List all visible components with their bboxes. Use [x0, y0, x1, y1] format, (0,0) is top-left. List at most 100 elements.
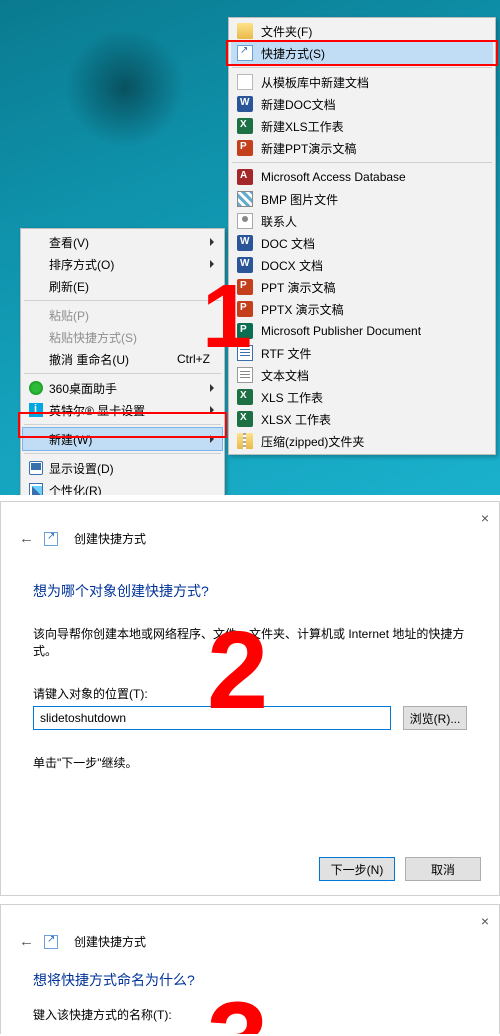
chevron-right-icon — [210, 435, 214, 443]
menu-item-label: 显示设置(D) — [49, 460, 114, 477]
menu-item-label: 粘贴快捷方式(S) — [49, 329, 137, 346]
close-button[interactable]: × — [481, 913, 489, 929]
close-button[interactable]: × — [481, 510, 489, 526]
menu-separator — [24, 424, 221, 425]
shortcut-icon — [44, 935, 58, 949]
context-menu-item[interactable]: 刷新(E) — [23, 275, 222, 297]
context-menu-item[interactable]: 英特尔® 显卡设置 — [23, 399, 222, 421]
desktop-panel: 查看(V)排序方式(O)刷新(E) 粘贴(P) 粘贴快捷方式(S) 撤消 重命名(U)… — [0, 0, 500, 495]
menu-separator — [24, 373, 221, 374]
submenu-item-label: 从模板库中新建文档 — [261, 74, 369, 91]
back-button[interactable]: ← — [19, 530, 34, 547]
personal-icon — [29, 483, 43, 495]
submenu-item[interactable]: BMP 图片文件 — [231, 188, 493, 210]
word-icon — [237, 96, 253, 112]
submenu-item[interactable]: PPTX 演示文稿 — [231, 298, 493, 320]
wallpaper-decoration — [35, 0, 214, 178]
context-menu-item[interactable]: 撤消 重命名(U)Ctrl+Z — [23, 348, 222, 370]
submenu-item-label: PPT 演示文稿 — [261, 279, 335, 296]
display-icon — [29, 461, 43, 475]
cancel-button[interactable]: 取消 — [405, 857, 481, 881]
submenu-item[interactable]: Microsoft Publisher Document — [231, 320, 493, 342]
excel-icon — [237, 389, 253, 405]
context-menu-item[interactable]: 新建(W) — [23, 428, 222, 450]
excel-icon — [237, 118, 253, 134]
create-shortcut-wizard-step2: × ← 创建快捷方式 想将快捷方式命名为什么? 键入该快捷方式的名称(T): 3 — [0, 904, 500, 1034]
submenu-item-label: Microsoft Publisher Document — [261, 324, 421, 338]
shortcut-icon — [237, 45, 253, 61]
submenu-item-label: 快捷方式(S) — [261, 45, 325, 62]
submenu-item[interactable]: 联系人 — [231, 210, 493, 232]
menu-separator — [24, 300, 221, 301]
shortcut-icon — [44, 532, 58, 546]
submenu-item[interactable]: 文件夹(F) — [231, 20, 493, 42]
menu-item-label: 360桌面助手 — [49, 380, 117, 397]
menu-item-label: 粘贴(P) — [49, 307, 89, 324]
new-submenu: 文件夹(F) 快捷方式(S) 从模板库中新建文档新建DOC文档新建XLS工作表新建P… — [228, 17, 496, 455]
submenu-item[interactable]: 压缩(zipped)文件夹 — [231, 430, 493, 452]
submenu-item-label: Microsoft Access Database — [261, 170, 406, 184]
submenu-item[interactable]: XLS 工作表 — [231, 386, 493, 408]
submenu-item[interactable]: RTF 文件 — [231, 342, 493, 364]
submenu-item[interactable]: 文本文档 — [231, 364, 493, 386]
back-button[interactable]: ← — [19, 933, 34, 950]
submenu-item[interactable]: PPT 演示文稿 — [231, 276, 493, 298]
submenu-item-label: DOCX 文档 — [261, 257, 323, 274]
context-menu-item: 粘贴快捷方式(S) — [23, 326, 222, 348]
menu-item-label: 英特尔® 显卡设置 — [49, 402, 145, 419]
menu-item-label: 新建(W) — [49, 431, 92, 448]
wizard-footer: 下一步(N) 取消 — [319, 857, 481, 881]
submenu-item-label: 文本文档 — [261, 367, 309, 384]
wizard-question: 想为哪个对象创建快捷方式? — [33, 581, 467, 601]
context-menu-item[interactable]: 排序方式(O) — [23, 253, 222, 275]
submenu-item[interactable]: 新建DOC文档 — [231, 93, 493, 115]
desktop-context-menu: 查看(V)排序方式(O)刷新(E) 粘贴(P) 粘贴快捷方式(S) 撤消 重命名(U)… — [20, 228, 225, 495]
context-menu-item[interactable]: 360桌面助手 — [23, 377, 222, 399]
submenu-item-label: 联系人 — [261, 213, 297, 230]
submenu-item-label: XLSX 工作表 — [261, 411, 331, 428]
wizard-header: ← 创建快捷方式 — [1, 905, 499, 958]
submenu-item[interactable]: 从模板库中新建文档 — [231, 71, 493, 93]
annotation-number-1: 1 — [202, 272, 252, 362]
bmp-icon — [237, 191, 253, 207]
menu-item-label: 撤消 重命名(U) — [49, 351, 129, 368]
browse-button[interactable]: 浏览(R)... — [403, 706, 467, 730]
submenu-item-label: 新建PPT演示文稿 — [261, 140, 356, 157]
submenu-item[interactable]: DOC 文档 — [231, 232, 493, 254]
chevron-right-icon — [210, 238, 214, 246]
submenu-item[interactable]: Microsoft Access Database — [231, 166, 493, 188]
chevron-right-icon — [210, 406, 214, 414]
context-menu-item[interactable]: 个性化(R) — [23, 479, 222, 495]
wizard-header: ← 创建快捷方式 — [1, 502, 499, 555]
submenu-item-label: 新建DOC文档 — [261, 96, 336, 113]
menu-separator — [24, 453, 221, 454]
360-icon — [29, 381, 43, 395]
intel-icon — [29, 403, 43, 417]
submenu-item-label: 新建XLS工作表 — [261, 118, 344, 135]
folder-icon — [237, 23, 253, 39]
submenu-item-label: RTF 文件 — [261, 345, 311, 362]
context-menu-item[interactable]: 显示设置(D) — [23, 457, 222, 479]
chevron-right-icon — [210, 384, 214, 392]
txt-icon — [237, 367, 253, 383]
menu-item-label: 个性化(R) — [49, 482, 102, 496]
ppt-icon — [237, 140, 253, 156]
submenu-item-label: DOC 文档 — [261, 235, 315, 252]
wizard-title: 创建快捷方式 — [74, 530, 146, 547]
excel-icon — [237, 411, 253, 427]
context-menu-item: 粘贴(P) — [23, 304, 222, 326]
next-button[interactable]: 下一步(N) — [319, 857, 395, 881]
submenu-item[interactable]: 快捷方式(S) — [231, 42, 493, 64]
annotation-number-3: 3 — [207, 987, 268, 1034]
submenu-item-label: PPTX 演示文稿 — [261, 301, 344, 318]
submenu-item[interactable]: 新建PPT演示文稿 — [231, 137, 493, 159]
menu-separator — [232, 67, 492, 68]
submenu-item[interactable]: DOCX 文档 — [231, 254, 493, 276]
submenu-item[interactable]: 新建XLS工作表 — [231, 115, 493, 137]
zip-icon — [237, 433, 253, 449]
word-icon — [237, 235, 253, 251]
create-shortcut-wizard-step1: × ← 创建快捷方式 想为哪个对象创建快捷方式? 该向导帮你创建本地或网络程序、… — [0, 501, 500, 896]
wizard-title: 创建快捷方式 — [74, 933, 146, 950]
submenu-item[interactable]: XLSX 工作表 — [231, 408, 493, 430]
context-menu-item[interactable]: 查看(V) — [23, 231, 222, 253]
